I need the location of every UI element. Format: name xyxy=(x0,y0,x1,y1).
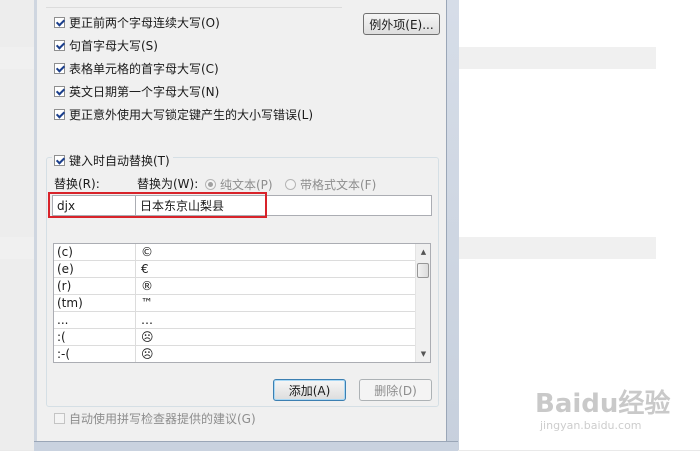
checkbox[interactable] xyxy=(54,108,65,120)
list-item[interactable]: (e) € xyxy=(54,261,416,278)
checkbox[interactable] xyxy=(54,155,65,166)
entry-value: ™ xyxy=(141,296,153,310)
checkbox[interactable] xyxy=(54,62,65,74)
replace-label: 替换(R): xyxy=(54,177,100,191)
autocorrect-entries-list[interactable]: (c) © (e) € (r) ® (tm) ™ ... … :( ☹ :-( … xyxy=(53,243,431,363)
background-band xyxy=(458,47,656,69)
entry-key: (c) xyxy=(54,244,136,260)
entry-value: … xyxy=(141,313,153,327)
radio-button[interactable] xyxy=(285,179,296,190)
checkbox[interactable] xyxy=(54,85,65,97)
delete-button[interactable]: 删除(D) xyxy=(359,379,432,401)
divider xyxy=(46,7,342,8)
option-label: 表格单元格的首字母大写(C) xyxy=(69,61,219,76)
background-band xyxy=(0,237,38,259)
option-capitalize-day-names[interactable]: 英文日期第一个字母大写(N) xyxy=(54,83,219,99)
entry-value: ☹ xyxy=(141,330,154,344)
list-scrollbar[interactable]: ▲ ▼ xyxy=(415,244,430,362)
entry-key: :-( xyxy=(54,346,136,362)
option-spellcheck-suggestions[interactable]: 自动使用拼写检查器提供的建议(G) xyxy=(54,410,256,426)
plain-text-radio[interactable]: 纯文本(P) xyxy=(205,176,273,193)
checkbox[interactable] xyxy=(54,39,65,51)
scroll-thumb[interactable] xyxy=(417,263,429,278)
list-item[interactable]: (tm) ™ xyxy=(54,295,416,312)
entry-value: € xyxy=(141,262,149,276)
list-item[interactable]: (c) © xyxy=(54,244,416,261)
option-correct-two-initial-capitals[interactable]: 更正前两个字母连续大写(O) xyxy=(54,14,220,30)
entry-key: (r) xyxy=(54,278,136,294)
option-label: 自动使用拼写检查器提供的建议(G) xyxy=(69,411,256,426)
background-band xyxy=(0,47,38,69)
watermark-url: jingyan.baidu.com xyxy=(540,419,642,432)
list-item[interactable]: ... … xyxy=(54,312,416,329)
option-label: 英文日期第一个字母大写(N) xyxy=(69,84,220,99)
entry-value: © xyxy=(141,245,153,259)
watermark-logo: Baidu经验 xyxy=(535,389,671,419)
checkbox[interactable] xyxy=(54,16,65,28)
exceptions-button[interactable]: 例外项(E)... xyxy=(363,13,440,35)
checkbox[interactable] xyxy=(54,412,65,424)
option-label: 句首字母大写(S) xyxy=(69,38,158,53)
dialog-border-right xyxy=(446,0,459,450)
autoreplace-toggle[interactable]: 键入时自动替换(T) xyxy=(52,152,173,169)
background-band xyxy=(458,237,656,259)
scroll-up-icon[interactable]: ▲ xyxy=(418,247,429,257)
option-capitalize-table-cells[interactable]: 表格单元格的首字母大写(C) xyxy=(54,60,219,76)
entry-key: (tm) xyxy=(54,295,136,311)
option-correct-caps-lock[interactable]: 更正意外使用大写锁定键产生的大小写错误(L) xyxy=(54,106,313,122)
entry-key: :( xyxy=(54,329,136,345)
formatted-text-radio[interactable]: 带格式文本(F) xyxy=(285,176,376,193)
plain-text-label: 纯文本(P) xyxy=(220,178,273,192)
entry-key: (e) xyxy=(54,261,136,277)
formatted-text-label: 带格式文本(F) xyxy=(300,178,377,192)
entry-value: ® xyxy=(141,279,153,293)
entry-value: ☹ xyxy=(141,347,154,361)
list-item[interactable]: (r) ® xyxy=(54,278,416,295)
radio-button[interactable] xyxy=(205,179,216,190)
list-item[interactable]: :-( ☹ xyxy=(54,346,416,362)
annotation-highlight-box xyxy=(48,192,267,218)
entry-key: ... xyxy=(54,312,136,328)
with-label: 替换为(W): xyxy=(137,177,199,191)
list-item[interactable]: :( ☹ xyxy=(54,329,416,346)
option-label: 更正前两个字母连续大写(O) xyxy=(69,15,220,30)
option-capitalize-first-letter-sentence[interactable]: 句首字母大写(S) xyxy=(54,37,158,53)
option-label: 更正意外使用大写锁定键产生的大小写错误(L) xyxy=(69,107,314,122)
scroll-down-icon[interactable]: ▼ xyxy=(418,349,429,359)
autoreplace-group-label: 键入时自动替换(T) xyxy=(69,154,170,168)
add-button[interactable]: 添加(A) xyxy=(273,379,346,401)
